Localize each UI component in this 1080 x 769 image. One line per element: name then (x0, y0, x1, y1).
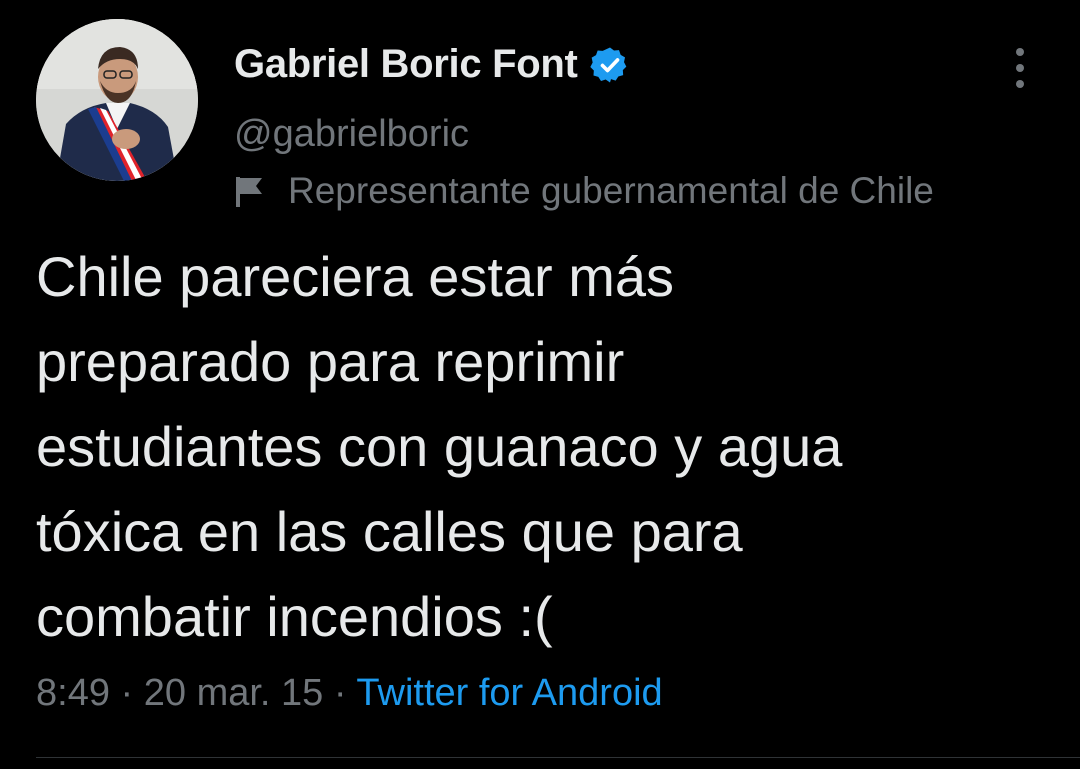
account-label-text: Representante gubernamental de Chile (288, 170, 934, 211)
verified-badge-icon (589, 47, 626, 82)
meta-separator: · (323, 672, 357, 714)
divider (36, 757, 1080, 758)
more-dot-icon (1016, 64, 1024, 72)
more-dot-icon (1016, 48, 1024, 56)
tweet-date[interactable]: 20 mar. 15 (144, 672, 324, 714)
tweet-source-link[interactable]: Twitter for Android (356, 672, 662, 714)
tweet-time[interactable]: 8:49 (36, 672, 110, 714)
avatar[interactable] (36, 19, 198, 181)
author-name-row[interactable]: Gabriel Boric Font (234, 42, 630, 87)
author-display-name[interactable]: Gabriel Boric Font (234, 42, 578, 87)
author-handle[interactable]: @gabrielboric (234, 113, 469, 156)
tweet-meta: 8:49 · 20 mar. 15 · Twitter for Android (36, 672, 663, 715)
meta-separator: · (109, 672, 144, 714)
more-options-button[interactable] (1000, 44, 1040, 92)
profile-photo-icon (36, 19, 198, 181)
more-dot-icon (1016, 80, 1024, 88)
account-label[interactable]: Representante gubernamental de Chile (232, 170, 934, 212)
flag-icon (236, 177, 262, 207)
tweet-text: Chile pareciera estar más preparado para… (36, 245, 843, 648)
